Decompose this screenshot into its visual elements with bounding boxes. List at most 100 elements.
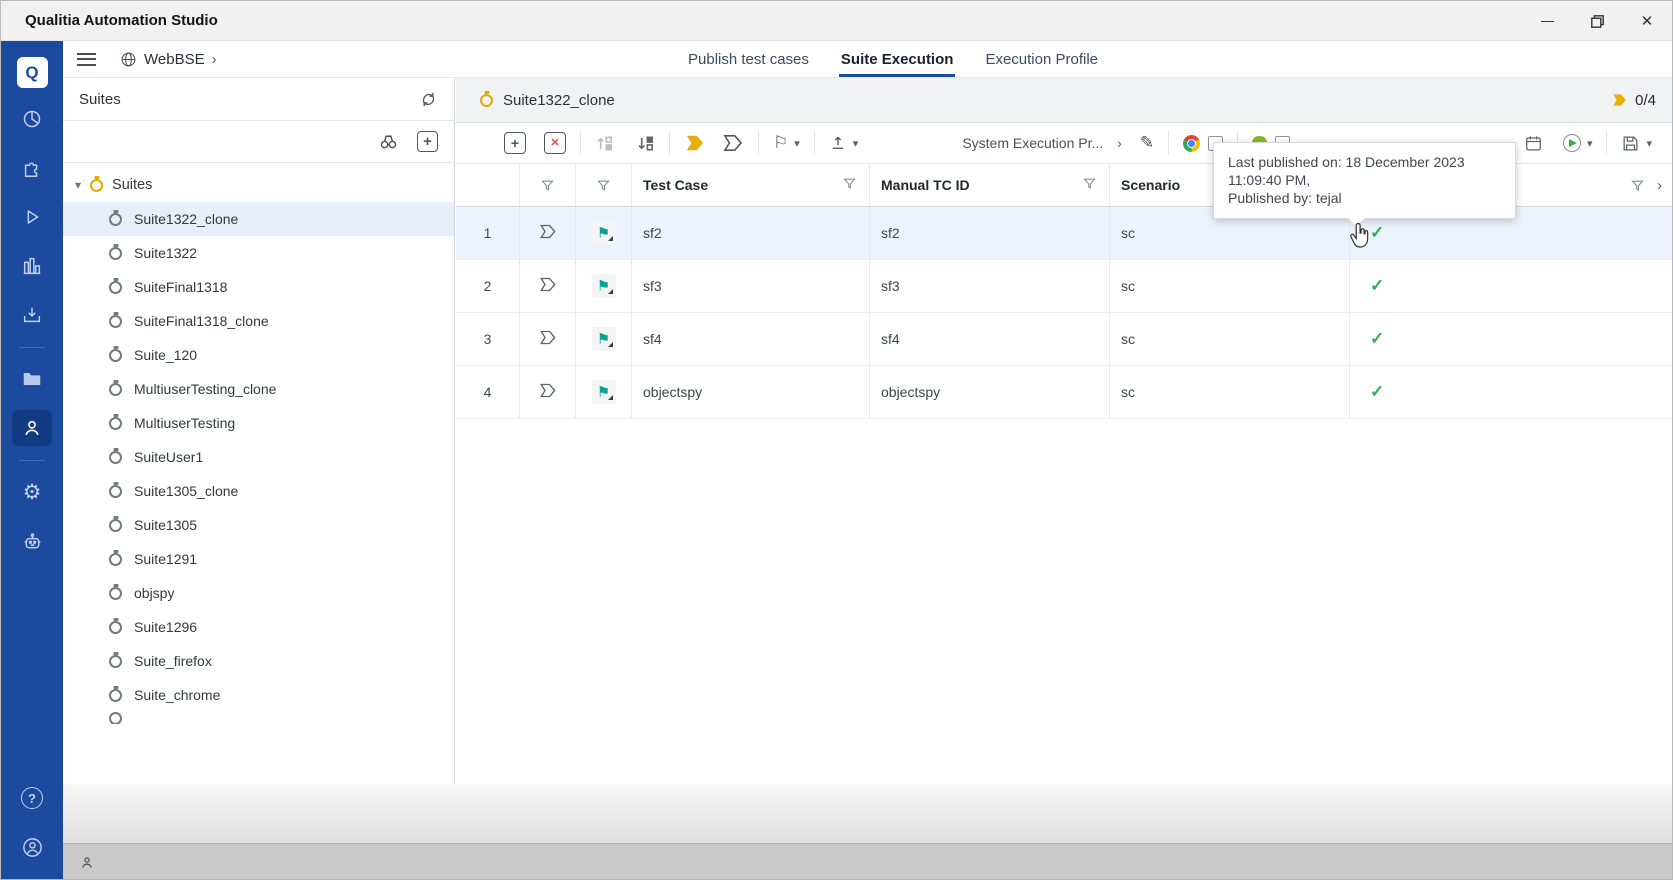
tree-root-label: Suites [112, 177, 152, 193]
flag-button[interactable]: ⚑ [592, 380, 616, 404]
sidebar-item-help[interactable]: ? [12, 780, 52, 816]
cell-manual-tc-id[interactable]: objectspy [870, 366, 1110, 418]
tab-publish-test-cases[interactable]: Publish test cases [686, 41, 811, 77]
breadcrumb-project: WebBSE [144, 51, 205, 68]
status-user-icon[interactable] [79, 855, 95, 871]
filter-icon[interactable] [1082, 176, 1097, 191]
tree-item[interactable]: SuiteFinal1318 [63, 270, 454, 304]
caret-down-icon: ▾ [853, 137, 859, 150]
header-test-case-label: Test Case [643, 177, 708, 193]
cell-scenario[interactable]: sc [1110, 313, 1350, 365]
tree-item-label: Suite_120 [134, 347, 197, 363]
unpublish-button[interactable] [722, 134, 744, 152]
tree-item[interactable]: Suite1305 [63, 508, 454, 542]
tree-item[interactable]: MultiuserTesting [63, 406, 454, 440]
minimize-button[interactable] [1522, 1, 1572, 41]
top-bar: WebBSE › Publish test cases Suite Execut… [63, 41, 1672, 78]
publish-counter-value: 0/4 [1635, 92, 1656, 109]
move-up-button[interactable] [595, 134, 614, 153]
tree-item-partial[interactable] [63, 712, 454, 724]
header-manual-tc-id[interactable]: Manual TC ID [870, 164, 1110, 206]
cell-test-case[interactable]: sf2 [632, 207, 870, 259]
tree-item[interactable]: MultiuserTesting_clone [63, 372, 454, 406]
cell-manual-tc-id[interactable]: sf2 [870, 207, 1110, 259]
globe-icon [120, 51, 137, 68]
sidebar-item-users[interactable] [12, 410, 52, 446]
suite-icon [109, 383, 122, 396]
tree-item[interactable]: Suite1291 [63, 542, 454, 576]
cell-scenario[interactable]: sc [1110, 366, 1350, 418]
navigation-rail: Q ⚙ ? [1, 41, 63, 879]
tree-item[interactable]: Suite1322 [63, 236, 454, 270]
filter-icon[interactable] [842, 176, 857, 191]
sidebar-item-import[interactable] [12, 297, 52, 333]
filter-icon[interactable] [1630, 178, 1645, 193]
sidebar-item-run[interactable] [12, 199, 52, 235]
breadcrumb[interactable]: WebBSE › [120, 51, 217, 68]
sidebar-item-components[interactable] [12, 150, 52, 186]
restore-button[interactable] [1572, 1, 1622, 41]
tree-item[interactable]: SuiteFinal1318_clone [63, 304, 454, 338]
cell-manual-tc-id[interactable]: sf4 [870, 313, 1110, 365]
close-button[interactable]: ✕ [1622, 1, 1672, 41]
tree-item[interactable]: Suite_firefox [63, 644, 454, 678]
publish-state-icon[interactable] [539, 277, 557, 295]
menu-icon[interactable] [77, 53, 96, 66]
execution-profile-selector[interactable]: System Execution Pr... [962, 135, 1103, 151]
add-suite-button[interactable]: + [417, 131, 438, 152]
pie-chart-icon [21, 108, 43, 130]
flag-button[interactable]: ⚑ [592, 274, 616, 298]
sidebar-item-account[interactable] [12, 829, 52, 865]
refresh-icon[interactable] [419, 90, 438, 109]
move-down-icon [636, 134, 655, 153]
header-test-case[interactable]: Test Case [632, 164, 870, 206]
flag-menu-button[interactable]: ⚐ ▾ [773, 133, 800, 153]
move-down-button[interactable] [636, 134, 655, 153]
tree-item[interactable]: Suite_chrome [63, 678, 454, 712]
save-suite-button[interactable]: ▾ [1621, 134, 1652, 153]
flag-button[interactable]: ⚑ [592, 327, 616, 351]
caret-down-icon[interactable]: ▾ [75, 178, 81, 192]
cell-manual-tc-id[interactable]: sf3 [870, 260, 1110, 312]
row-number: 2 [456, 260, 520, 312]
export-menu-button[interactable]: ▾ [829, 134, 859, 152]
edit-profile-icon[interactable]: ✎ [1140, 133, 1154, 153]
publish-state-icon[interactable] [539, 224, 557, 242]
run-suite-button[interactable]: ▾ [1563, 134, 1593, 152]
tree-item[interactable]: Suite1322_clone [63, 202, 454, 236]
cell-test-case[interactable]: objectspy [632, 366, 870, 418]
table-row[interactable]: 3 ⚑ sf4 sf4 sc ✓ [456, 313, 1673, 366]
sidebar-item-reports[interactable] [12, 248, 52, 284]
app-logo[interactable]: Q [17, 57, 48, 88]
tree-item[interactable]: Suite_120 [63, 338, 454, 372]
table-row[interactable]: 4 ⚑ objectspy objectspy sc ✓ [456, 366, 1673, 419]
filter-icon[interactable] [540, 178, 555, 193]
remove-test-case-button[interactable]: ✕ [544, 132, 566, 154]
tree-item[interactable]: Suite1296 [63, 610, 454, 644]
sidebar-item-settings[interactable]: ⚙ [12, 474, 52, 510]
publish-state-icon[interactable] [539, 330, 557, 348]
tree-item[interactable]: objspy [63, 576, 454, 610]
add-test-case-button[interactable]: + [504, 132, 526, 154]
sidebar-item-dashboard[interactable] [12, 101, 52, 137]
cell-test-case[interactable]: sf4 [632, 313, 870, 365]
tree-item[interactable]: SuiteUser1 [63, 440, 454, 474]
cell-test-case[interactable]: sf3 [632, 260, 870, 312]
tree-item[interactable]: Suite1305_clone [63, 474, 454, 508]
expand-columns-icon[interactable]: › [1657, 177, 1662, 194]
sidebar-item-files[interactable] [12, 361, 52, 397]
tab-suite-execution[interactable]: Suite Execution [839, 41, 956, 77]
tab-execution-profile[interactable]: Execution Profile [983, 41, 1100, 77]
table-row[interactable]: 2 ⚑ sf3 sf3 sc ✓ [456, 260, 1673, 313]
search-suites-icon[interactable] [378, 131, 399, 152]
publish-state-icon[interactable] [539, 383, 557, 401]
publish-button[interactable] [684, 134, 706, 152]
flag-button[interactable]: ⚑ [592, 221, 616, 245]
filter-icon[interactable] [596, 178, 611, 193]
schedule-icon[interactable] [1524, 134, 1543, 153]
sidebar-item-bot[interactable] [12, 523, 52, 559]
cell-scenario[interactable]: sc [1110, 260, 1350, 312]
profile-chevron-icon[interactable]: › [1117, 135, 1122, 151]
caret-down-icon: ▾ [794, 137, 800, 150]
tree-root-suites[interactable]: ▾ Suites [63, 168, 454, 202]
